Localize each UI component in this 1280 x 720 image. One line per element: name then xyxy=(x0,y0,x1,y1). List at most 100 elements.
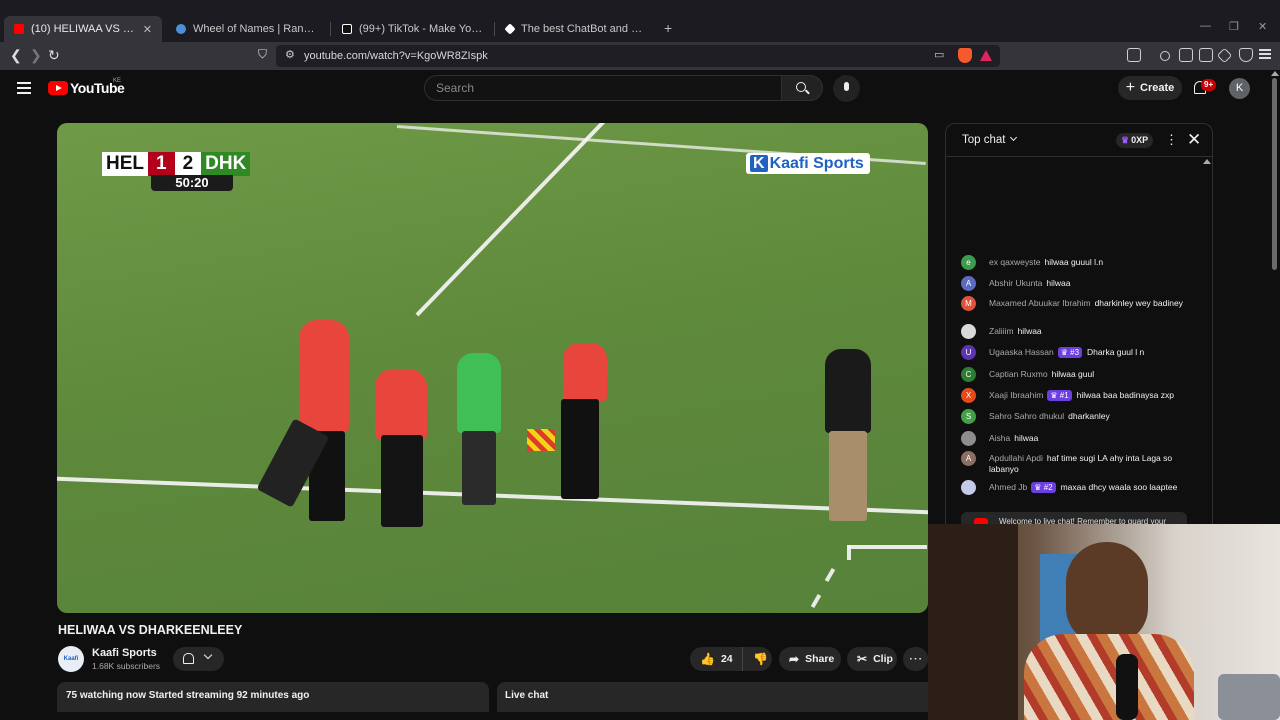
scissors-icon: ✂ xyxy=(857,652,868,666)
chat-mode-dropdown[interactable]: Top chat xyxy=(962,133,1018,146)
mic-icon[interactable] xyxy=(844,82,849,91)
webcam-door xyxy=(928,524,1018,720)
chat-author[interactable]: Aisha xyxy=(989,433,1010,443)
clip-label: Clip xyxy=(873,653,893,665)
channel-avatar[interactable]: Kaafi xyxy=(58,646,84,672)
close-icon[interactable]: ✕ xyxy=(1187,130,1201,150)
chat-author[interactable]: Sahro Sahro dhukul xyxy=(989,411,1064,421)
bell-icon[interactable] xyxy=(183,653,194,664)
browser-tab-youtube[interactable]: (10) HELIWAA VS DHARKEENLEEY ✕ xyxy=(4,16,162,42)
chat-message: S Sahro Sahro dhukul dharkanley xyxy=(961,409,1191,424)
hamburger-icon[interactable] xyxy=(17,82,31,98)
browser-tab-wheel-of-names[interactable]: Wheel of Names | Random name picker xyxy=(166,16,328,42)
official-figure xyxy=(563,343,607,401)
sidebar-icon[interactable] xyxy=(1179,48,1193,62)
cast-icon[interactable]: ▭ xyxy=(934,48,944,61)
search-icon[interactable] xyxy=(796,82,806,92)
brave-rewards-icon[interactable] xyxy=(980,50,992,61)
url-text: youtube.com/watch?v=KgoWR8ZIspk xyxy=(304,50,488,62)
close-window-button[interactable]: ✕ xyxy=(1258,20,1267,33)
xp-label: 0XP xyxy=(1131,135,1149,145)
webcam-overlay xyxy=(928,524,1280,720)
create-button[interactable]: + Create xyxy=(1118,76,1182,100)
coach-figure xyxy=(825,349,871,433)
scoreboard: HEL 1 2 DHK xyxy=(102,152,251,176)
chat-mode-label: Top chat xyxy=(962,134,1006,146)
channel-name[interactable]: Kaafi Sports xyxy=(92,647,157,659)
browser-menu-icon[interactable] xyxy=(1259,47,1271,59)
description-box[interactable]: 75 watching now Started streaming 92 min… xyxy=(57,682,489,712)
subscriber-count: 1.68K subscribers xyxy=(92,661,161,671)
reader-mode-icon[interactable] xyxy=(1127,48,1141,62)
official-figure xyxy=(299,320,349,432)
video-player[interactable]: HEL 1 2 DHK 50:20 K Kaafi Sports xyxy=(57,123,928,613)
coach-figure xyxy=(829,431,867,521)
site-info-icon[interactable]: ⚙ xyxy=(285,48,295,61)
vpn-shield-icon[interactable] xyxy=(1239,48,1253,62)
live-chat-box[interactable]: Live chat xyxy=(497,682,937,712)
chat-author[interactable]: Maxamed Abuukar Ibrahim xyxy=(989,298,1091,308)
chat-author[interactable]: Abshir Ukunta xyxy=(989,278,1042,288)
chat-text: hilwaa guul xyxy=(1051,369,1095,379)
more-icon[interactable]: ⋯ xyxy=(903,647,928,671)
chat-author[interactable]: Apdullahi Apdi xyxy=(989,453,1043,463)
webcam-person-head xyxy=(1066,542,1148,644)
stream-stats: 75 watching now Started streaming 92 min… xyxy=(66,690,310,701)
chevron-down-icon xyxy=(1010,133,1018,142)
chat-avatar xyxy=(961,480,976,495)
clip-button[interactable]: ✂ Clip xyxy=(847,647,897,671)
more-vertical-icon[interactable]: ⋮ xyxy=(1165,132,1178,148)
share-button[interactable]: ➦ Share xyxy=(779,647,841,671)
brave-shields-icon[interactable] xyxy=(958,48,972,63)
forward-icon[interactable]: ❯ xyxy=(30,47,42,64)
minimize-button[interactable]: — xyxy=(1200,20,1211,32)
back-icon[interactable]: ❮ xyxy=(10,47,22,64)
new-tab-button[interactable]: + xyxy=(664,20,672,36)
chat-text: hilwaa xyxy=(1017,326,1042,336)
address-bar[interactable]: ⚙ youtube.com/watch?v=KgoWR8ZIspk ▭ xyxy=(276,45,1000,67)
chat-message: X Xaaji Ibraahim ♛ #1 hilwaa baa badinaysa… xyxy=(961,388,1191,403)
tiktok-favicon-icon xyxy=(342,24,352,34)
youtube-logo-icon[interactable] xyxy=(48,81,68,95)
chat-scroll-up-icon[interactable] xyxy=(1203,159,1211,164)
chat-text: Dharka guul l n xyxy=(1087,347,1145,357)
tab-title: (10) HELIWAA VS DHARKEENLEEY xyxy=(31,23,135,35)
music-icon[interactable] xyxy=(1160,51,1170,61)
chat-author[interactable]: Captian Ruxmo xyxy=(989,369,1048,379)
browser-tab-chatbot[interactable]: The best ChatBot and Widgets for Kick xyxy=(496,16,658,42)
chat-avatar: e xyxy=(961,255,976,270)
chat-text: hilwaa xyxy=(1014,433,1039,443)
home-team: HEL xyxy=(102,152,148,176)
close-tab-icon[interactable]: ✕ xyxy=(143,23,152,36)
reload-icon[interactable]: ↻ xyxy=(48,47,60,64)
dislike-button[interactable]: 👎 xyxy=(742,647,772,671)
chat-author[interactable]: ex qaxweyste xyxy=(989,257,1041,267)
account-avatar[interactable]: K xyxy=(1229,78,1250,99)
browser-tab-tiktok[interactable]: (99+) TikTok - Make Your Day xyxy=(332,16,494,42)
like-count: 24 xyxy=(720,653,733,665)
official-figure xyxy=(375,369,427,439)
chat-avatar: A xyxy=(961,451,976,466)
bookmark-icon[interactable]: ⛉ xyxy=(258,47,267,62)
like-button[interactable]: 👍 24 xyxy=(690,647,742,671)
create-label: Create xyxy=(1140,82,1175,94)
chat-author[interactable]: Ugaaska Hassan xyxy=(989,347,1054,357)
tab-title: The best ChatBot and Widgets for Kick xyxy=(521,23,648,35)
match-clock: 50:20 xyxy=(151,175,233,191)
chat-author[interactable]: Ahmed Jb xyxy=(989,482,1027,492)
maximize-button[interactable]: ❐ xyxy=(1229,20,1239,33)
notification-subscribe-button[interactable] xyxy=(173,647,224,671)
search-input[interactable]: Search xyxy=(424,75,782,101)
chat-avatar: C xyxy=(961,367,976,382)
plus-icon: + xyxy=(1125,79,1136,96)
broadcaster-logo-text: Kaafi Sports xyxy=(769,155,864,172)
away-team: DHK xyxy=(201,152,251,176)
chat-author[interactable]: Zaliiim xyxy=(989,326,1014,336)
scroll-up-arrow-icon[interactable] xyxy=(1271,71,1279,76)
rank-badge: ♛ #1 xyxy=(1047,390,1072,401)
wallet-icon[interactable] xyxy=(1199,48,1213,62)
thumbs-down-icon: 👎 xyxy=(753,652,768,666)
page-scrollbar[interactable] xyxy=(1272,78,1277,270)
chat-author[interactable]: Xaaji Ibraahim xyxy=(989,390,1043,400)
xp-badge[interactable]: ♛ 0XP xyxy=(1116,133,1154,148)
